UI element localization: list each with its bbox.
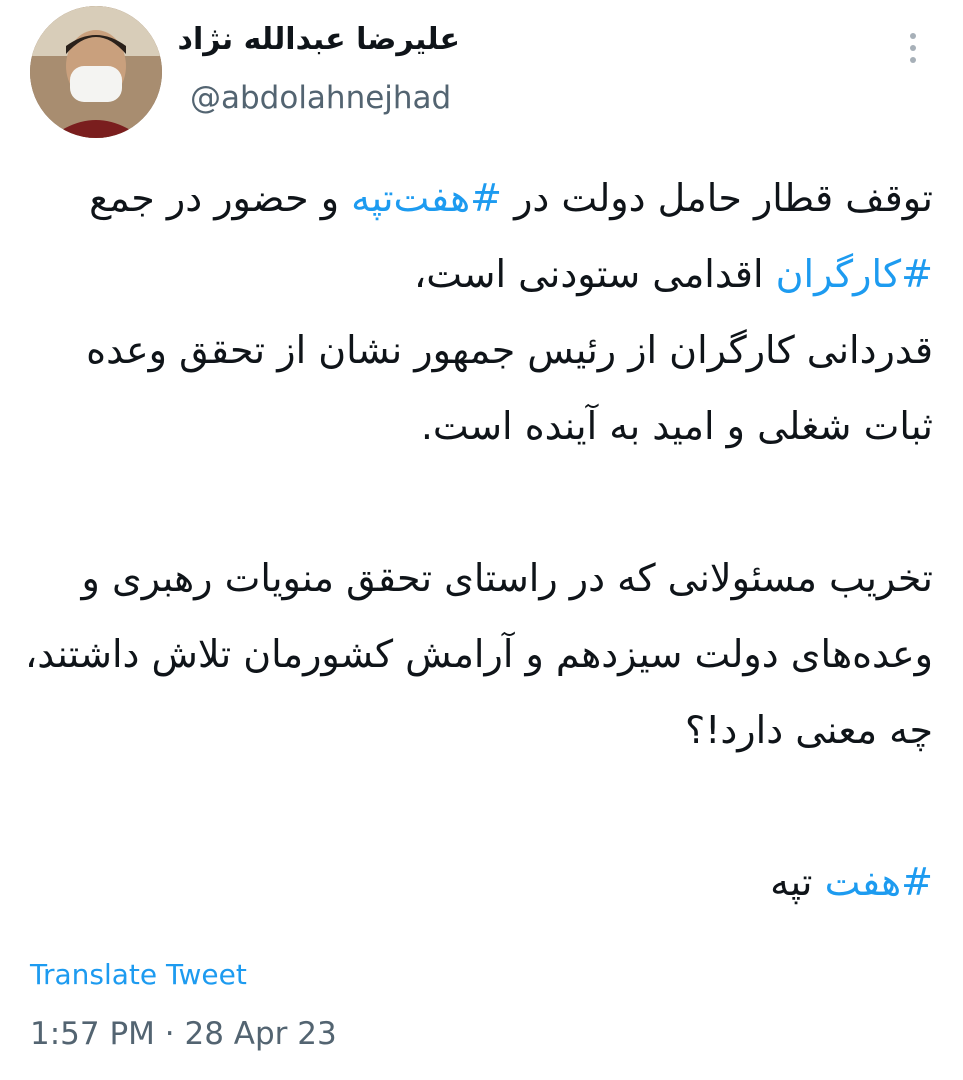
tweet-text-segment: قدردانی کارگران از رئیس جمهور نشان از تح…: [86, 328, 933, 448]
more-dot: [910, 57, 916, 63]
tweet-paragraph-3: #هفت تپه: [20, 844, 933, 920]
hashtag-link[interactable]: #هفت‌تپه: [351, 176, 502, 220]
more-options-icon[interactable]: [895, 24, 931, 72]
tweet-paragraph-1: توقف قطار حامل دولت در #هفت‌تپه و حضور د…: [20, 160, 933, 464]
tweet-timestamp[interactable]: 1:57 PM · 28 Apr 23: [30, 1016, 337, 1052]
tweet-text-segment: اقدامی ستودنی است،: [414, 252, 776, 296]
translate-tweet-link[interactable]: Translate Tweet: [30, 958, 247, 991]
hashtag-link[interactable]: #هفت: [825, 860, 933, 904]
tweet-text: توقف قطار حامل دولت در #هفت‌تپه و حضور د…: [20, 160, 933, 920]
tweet-paragraph-2: تخریب مسئولانی که در راستای تحقق منویات …: [24, 556, 933, 752]
tweet-text-segment: تپه: [770, 860, 825, 904]
user-avatar[interactable]: [30, 6, 162, 138]
tweet-text-segment: توقف قطار حامل دولت در: [501, 176, 933, 220]
hashtag-link[interactable]: #کارگران: [776, 252, 933, 296]
tweet-text-segment: و حضور در جمع: [89, 176, 352, 220]
author-handle[interactable]: @abdolahnejhad: [190, 80, 451, 116]
avatar-image: [30, 6, 162, 138]
author-display-name[interactable]: علیرضا عبدالله نژاد: [178, 22, 460, 57]
more-dot: [910, 45, 916, 51]
more-dot: [910, 33, 916, 39]
